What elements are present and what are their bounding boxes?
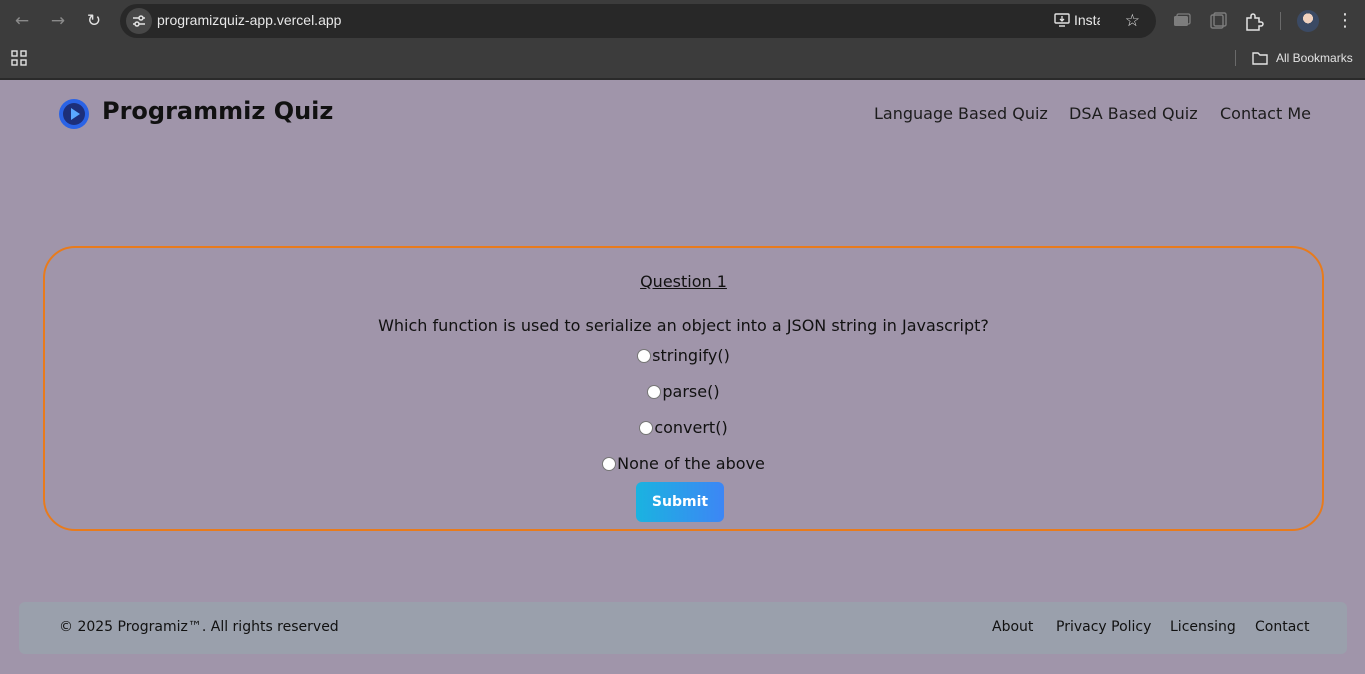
forward-arrow-icon[interactable]: → [45,8,71,34]
install-icon [1054,13,1070,27]
option-convert[interactable]: convert() [45,418,1322,437]
address-bar[interactable]: programizquiz-app.vercel.app Install ☆ [120,4,1156,38]
all-bookmarks-button[interactable]: All Bookmarks [1252,49,1353,67]
footer-link-about[interactable]: About [992,619,1033,635]
bookmarks-divider [1235,50,1236,66]
browser-chrome: ← → ↻ programizquiz-app.vercel.app Insta… [0,0,1365,80]
footer: © 2025 Programiz™. All rights reserved A… [19,602,1347,654]
option-none-of-the-above[interactable]: None of the above [45,454,1322,473]
question-number-row: Question 1 [45,272,1322,291]
radio-button[interactable] [639,421,654,435]
install-label: Install [1074,12,1100,28]
footer-link-privacy-policy[interactable]: Privacy Policy [1056,619,1151,635]
radio-button[interactable] [647,385,662,399]
all-bookmarks-label: All Bookmarks [1276,51,1353,65]
star-icon[interactable]: ☆ [1125,11,1140,31]
avatar[interactable] [1297,10,1319,32]
option-label: convert() [654,418,728,437]
tab-search-icon[interactable] [1207,10,1229,32]
option-label: parse() [662,382,720,401]
nav-language-based-quiz[interactable]: Language Based Quiz [874,104,1048,123]
option-label: None of the above [617,454,765,473]
copyright-text: © 2025 Programiz™. All rights reserved [59,619,339,635]
option-stringify[interactable]: stringify() [45,346,1322,365]
page: Programmiz Quiz Language Based Quiz DSA … [2,82,1363,674]
kebab-menu-icon[interactable]: ⋮ [1336,8,1354,34]
radio-button[interactable] [602,457,617,471]
footer-link-contact[interactable]: Contact [1255,619,1309,635]
install-app-button[interactable]: Install [1054,12,1100,28]
question-text: Which function is used to serialize an o… [378,316,989,335]
option-parse[interactable]: parse() [45,382,1322,401]
reload-icon[interactable]: ↻ [81,8,107,34]
submit-button[interactable]: Submit [636,482,724,522]
toolbar-divider [1280,12,1281,30]
apps-grid-icon[interactable] [11,50,27,66]
folder-icon [1252,52,1268,65]
quiz-card: Question 1 Which function is used to ser… [43,246,1324,531]
media-icon[interactable] [1171,10,1193,32]
option-label: stringify() [652,346,730,365]
nav-dsa-based-quiz[interactable]: DSA Based Quiz [1069,104,1198,123]
extensions-icon[interactable] [1243,10,1265,32]
question-number: Question 1 [640,272,727,291]
back-arrow-icon[interactable]: ← [9,8,35,34]
url-text[interactable]: programizquiz-app.vercel.app [157,12,341,28]
site-settings-icon[interactable] [126,8,152,34]
brand-title[interactable]: Programmiz Quiz [102,97,333,125]
play-logo-icon[interactable] [58,98,90,130]
radio-button[interactable] [637,349,652,363]
nav-contact-me[interactable]: Contact Me [1220,104,1311,123]
footer-link-licensing[interactable]: Licensing [1170,619,1236,635]
